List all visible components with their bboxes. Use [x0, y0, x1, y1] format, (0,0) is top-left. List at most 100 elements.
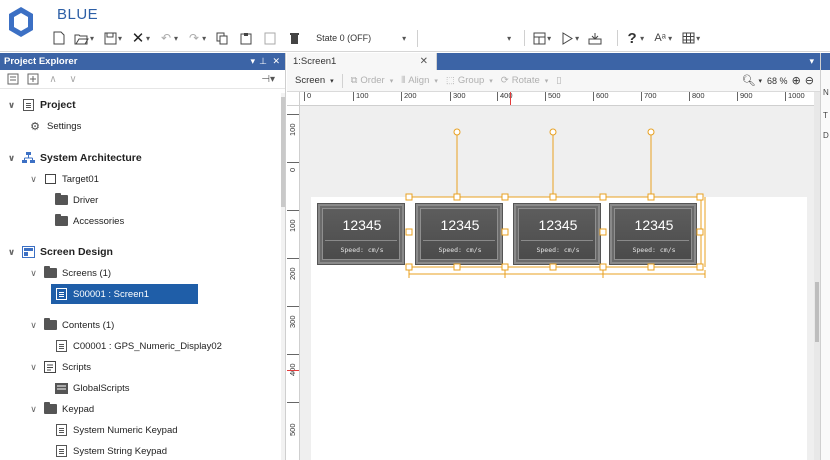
chevron-down-icon: ▾: [507, 33, 512, 43]
state-dropdown-icon[interactable]: ▾: [402, 34, 406, 43]
state-value-dropdown[interactable]: ▾: [417, 29, 517, 47]
tree-node-target01[interactable]: ∨ Target01: [28, 169, 99, 189]
app-name: BLUE: [57, 6, 99, 23]
resize-handle: [501, 228, 509, 236]
open-folder-icon[interactable]: [74, 29, 89, 47]
chevron-down-icon[interactable]: ∨: [28, 268, 39, 279]
chevron-down-icon[interactable]: ∨: [28, 362, 39, 373]
open-dropdown-icon[interactable]: ▾: [90, 34, 94, 43]
screen-editor: 1:Screen1 ✕ ▾ Screen ▾ ⧉ Order ▾ ⫴ Align ▾ ⬚ G…: [287, 53, 820, 460]
tree-node-contents[interactable]: ∨ Contents (1): [28, 315, 114, 335]
tree-node-settings[interactable]: ⚙ Settings: [28, 116, 81, 136]
pin-toggle-icon[interactable]: ⊣▾: [261, 74, 275, 85]
new-file-icon[interactable]: [52, 29, 66, 47]
rotate-handle: [549, 128, 557, 136]
tree-node-driver[interactable]: Driver: [54, 190, 98, 210]
run-dropdown-icon[interactable]: ▾: [575, 34, 579, 43]
tree-node-keypad[interactable]: ∨ Keypad: [28, 399, 94, 419]
close-icon[interactable]: ✕: [272, 53, 280, 70]
global-scripts-icon: [54, 382, 68, 394]
tree-node-system-architecture[interactable]: ∨ System Architecture: [6, 148, 142, 168]
font-icon[interactable]: Aᵃ: [653, 29, 667, 47]
pin-icon[interactable]: ⊥: [259, 53, 267, 70]
tree-node-accessories[interactable]: Accessories: [54, 211, 124, 231]
resize-handle: [599, 263, 607, 271]
project-icon: [21, 99, 35, 111]
table-icon[interactable]: [681, 29, 695, 47]
tree-label: System Numeric Keypad: [73, 424, 178, 436]
explorer-scrollbar[interactable]: [281, 93, 285, 460]
save-icon[interactable]: [103, 29, 117, 47]
undo-icon[interactable]: ↶: [159, 29, 173, 47]
resize-handle: [453, 263, 461, 271]
properties-strip-header: [821, 53, 830, 70]
rotate-handle: [453, 128, 461, 136]
help-dropdown-icon[interactable]: ▾: [640, 34, 644, 43]
resize-handle: [453, 193, 461, 201]
layout-dropdown-icon[interactable]: ▾: [547, 34, 551, 43]
tree-node-string-keypad[interactable]: System String Keypad: [54, 441, 167, 460]
run-icon[interactable]: [560, 29, 574, 47]
copy-icon[interactable]: [215, 29, 229, 47]
scrollbar-thumb[interactable]: [281, 97, 285, 207]
redo-dropdown-icon[interactable]: ▾: [202, 34, 206, 43]
paste-icon[interactable]: [239, 29, 253, 47]
font-dropdown-icon[interactable]: ▾: [668, 34, 672, 43]
scrollbar-thumb[interactable]: [815, 282, 819, 342]
screen-file-icon: [54, 288, 68, 300]
delete-dropdown-icon[interactable]: ▾: [146, 34, 150, 43]
chevron-down-icon[interactable]: ∨: [6, 153, 17, 164]
resize-handle: [501, 263, 509, 271]
strip-marker[interactable]: N: [823, 88, 829, 97]
tree-label: Screens (1): [62, 267, 112, 279]
tree-label: GlobalScripts: [73, 382, 130, 394]
duplicate-icon[interactable]: [263, 29, 277, 47]
chevron-down-icon[interactable]: ∨: [28, 404, 39, 415]
redo-icon[interactable]: ↷: [187, 29, 201, 47]
scripts-icon: [43, 361, 57, 373]
resize-handle: [405, 193, 413, 201]
title-bar: BLUE ▾ ▾ ✕ ▾ ↶ ▾ ↷ ▾ State 0 (OFF) ▾ ▾ ▾…: [0, 0, 830, 52]
resize-handle: [549, 263, 557, 271]
resize-handle: [696, 193, 704, 201]
tree-label: System Architecture: [40, 152, 142, 164]
layout-icon[interactable]: [532, 29, 546, 47]
save-dropdown-icon[interactable]: ▾: [118, 34, 122, 43]
tree-node-numeric-keypad[interactable]: System Numeric Keypad: [54, 420, 178, 440]
delete-icon[interactable]: ✕: [131, 29, 145, 47]
tree-node-project[interactable]: ∨ Project: [6, 95, 76, 115]
chevron-down-icon[interactable]: ∨: [28, 174, 39, 185]
state-select[interactable]: State 0 (OFF): [311, 30, 403, 47]
add-item-icon[interactable]: [25, 72, 41, 86]
table-dropdown-icon[interactable]: ▾: [696, 34, 700, 43]
tree-label: System String Keypad: [73, 445, 167, 457]
transfer-icon[interactable]: [588, 29, 602, 47]
strip-marker[interactable]: T: [823, 111, 828, 120]
tree-node-globalscripts[interactable]: GlobalScripts: [54, 378, 130, 398]
tree-node-screen1[interactable]: S00001 : Screen1: [51, 284, 198, 304]
panel-menu-icon[interactable]: ▾: [250, 53, 255, 70]
properties-icon[interactable]: [5, 72, 21, 86]
tree-node-scripts[interactable]: ∨ Scripts: [28, 357, 91, 377]
help-icon[interactable]: ?: [625, 29, 639, 47]
folder-icon: [54, 214, 68, 227]
chevron-down-icon[interactable]: ∨: [6, 100, 17, 111]
tree-node-content-c00001[interactable]: C00001 : GPS_Numeric_Display02: [54, 336, 222, 356]
move-down-icon[interactable]: ∨: [65, 72, 81, 86]
project-explorer-header: Project Explorer ▾ ⊥ ✕: [0, 53, 285, 70]
device-icon: [43, 173, 57, 185]
undo-dropdown-icon[interactable]: ▾: [174, 34, 178, 43]
move-up-icon[interactable]: ∧: [45, 72, 61, 86]
chevron-down-icon[interactable]: ∨: [28, 320, 39, 331]
app-logo-icon: [9, 7, 33, 37]
tree-node-screens[interactable]: ∨ Screens (1): [28, 263, 111, 283]
rotate-handle: [647, 128, 655, 136]
tree-node-screen-design[interactable]: ∨ Screen Design: [6, 242, 113, 262]
tree-label: Screen Design: [40, 246, 113, 258]
trash-icon[interactable]: [287, 29, 301, 47]
content-file-icon: [54, 340, 68, 352]
strip-marker[interactable]: D: [823, 131, 829, 140]
chevron-down-icon[interactable]: ∨: [6, 247, 17, 258]
resize-handle: [549, 193, 557, 201]
tree-label: Settings: [47, 120, 82, 132]
